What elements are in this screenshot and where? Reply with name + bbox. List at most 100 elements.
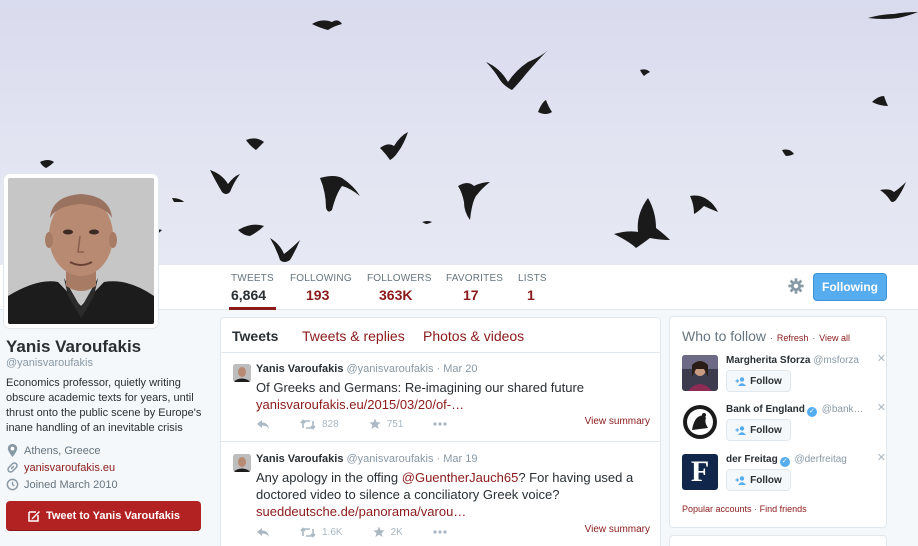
suggestion-item: F der Freitag ✓ @derfreitag ✕ Follow bbox=[682, 452, 886, 504]
tweet-body: Of Greeks and Germans: Re-imagining our … bbox=[256, 380, 585, 395]
tweet-avatar[interactable] bbox=[233, 454, 251, 472]
tweet-avatar-photo bbox=[233, 364, 251, 382]
suggestion-handle[interactable]: @derfreitag bbox=[794, 454, 846, 465]
follow-button[interactable]: Follow bbox=[726, 469, 791, 491]
tab-photos-videos[interactable]: Photos & videos bbox=[423, 328, 524, 344]
tweet-text: Of Greeks and Germans: Re-imagining our … bbox=[256, 379, 651, 413]
suggestion-handle[interactable]: @msforza bbox=[813, 355, 859, 366]
profile-joined: Joined March 2010 bbox=[6, 478, 118, 491]
reply-icon bbox=[257, 419, 269, 429]
tweet-author-name[interactable]: Yanis Varoufakis bbox=[256, 363, 343, 375]
profile-avatar[interactable] bbox=[4, 174, 158, 328]
bank-of-england-logo bbox=[682, 404, 718, 440]
tweet-header: Yanis Varoufakis @yanisvaroufakis · Mar … bbox=[256, 453, 478, 465]
trends-module bbox=[669, 535, 887, 546]
tweet-item[interactable]: Yanis Varoufakis @yanisvaroufakis · Mar … bbox=[221, 443, 660, 546]
profile-name[interactable]: Yanis Varoufakis bbox=[6, 337, 141, 357]
stat-following[interactable]: FOLLOWING 193 bbox=[288, 273, 354, 310]
retweet-action[interactable]: 828 bbox=[300, 419, 339, 430]
dismiss-icon[interactable]: ✕ bbox=[877, 401, 886, 414]
more-action[interactable] bbox=[433, 530, 447, 534]
tweet-item[interactable]: Yanis Varoufakis @yanisvaroufakis · Mar … bbox=[221, 353, 660, 442]
verified-badge-icon: ✓ bbox=[806, 407, 817, 417]
separator-dot: · bbox=[769, 333, 773, 343]
stat-followers[interactable]: FOLLOWERS 363K bbox=[365, 273, 434, 310]
reply-action[interactable] bbox=[256, 419, 270, 430]
retweet-icon bbox=[300, 526, 316, 538]
profile-location-text: Athens, Greece bbox=[24, 444, 101, 457]
retweet-count: 828 bbox=[322, 418, 339, 430]
stat-followers-label: FOLLOWERS bbox=[367, 273, 432, 284]
tweet-to-button[interactable]: Tweet to Yanis Varoufakis bbox=[6, 501, 201, 531]
tweet-actions: 828 751 bbox=[256, 418, 477, 430]
profile-url-text[interactable]: yanisvaroufakis.eu bbox=[24, 462, 115, 474]
stat-tweets[interactable]: TWEETS 6,864 bbox=[229, 273, 276, 310]
profile-url[interactable]: yanisvaroufakis.eu bbox=[6, 461, 115, 474]
suggestion-name-line: Bank of England ✓ @bank… bbox=[726, 404, 866, 417]
follow-button-label: Follow bbox=[750, 375, 782, 387]
der-freitag-logo: F bbox=[690, 455, 710, 488]
stat-followers-value: 363K bbox=[379, 287, 413, 303]
tweet-body-start: Any apology in the offing bbox=[256, 470, 402, 485]
link-icon bbox=[7, 462, 18, 473]
gear-icon[interactable] bbox=[787, 277, 805, 295]
profile-handle[interactable]: @yanisvaroufakis bbox=[6, 357, 93, 369]
retweet-icon bbox=[300, 418, 316, 430]
tab-tweets[interactable]: Tweets bbox=[232, 328, 278, 344]
follow-button-label: Follow bbox=[750, 424, 782, 436]
tweet-author-name[interactable]: Yanis Varoufakis bbox=[256, 453, 343, 465]
tweet-avatar[interactable] bbox=[233, 364, 251, 382]
tweet-author-handle[interactable]: @yanisvaroufakis bbox=[347, 453, 434, 465]
tab-tweets-replies[interactable]: Tweets & replies bbox=[302, 328, 405, 344]
tweet-text: Any apology in the offing @GuentherJauch… bbox=[256, 469, 651, 520]
follow-button[interactable]: Follow bbox=[726, 419, 791, 441]
view-summary-link[interactable]: View summary bbox=[585, 416, 650, 427]
clock-icon bbox=[6, 478, 19, 491]
tweet-link[interactable]: yanisvaroufakis.eu/2015/03/20/of-… bbox=[256, 397, 464, 412]
tweet-date[interactable]: · Mar 19 bbox=[437, 453, 478, 465]
stat-favorites-label: FAVORITES bbox=[446, 273, 504, 284]
add-user-icon bbox=[735, 425, 747, 435]
who-to-follow-title: Who to follow bbox=[682, 328, 767, 344]
stat-favorites[interactable]: FAVORITES 17 bbox=[444, 273, 505, 310]
suggestion-avatar[interactable]: F bbox=[682, 454, 718, 490]
suggestion-name[interactable]: Margherita Sforza bbox=[726, 355, 810, 366]
following-button[interactable]: Following bbox=[813, 273, 887, 301]
reply-action[interactable] bbox=[256, 527, 270, 538]
suggestion-name[interactable]: der Freitag bbox=[726, 454, 778, 465]
refresh-link[interactable]: Refresh bbox=[777, 333, 809, 343]
tweet-link[interactable]: sueddeutsche.de/panorama/varou… bbox=[256, 504, 466, 519]
who-to-follow-footer: Popular accounts · Find friends bbox=[682, 504, 807, 514]
tweet-author-handle[interactable]: @yanisvaroufakis bbox=[347, 363, 434, 375]
profile-joined-text: Joined March 2010 bbox=[24, 478, 118, 491]
more-dots-icon bbox=[433, 422, 447, 426]
stat-lists[interactable]: LISTS 1 bbox=[516, 273, 549, 310]
view-all-link[interactable]: View all bbox=[819, 333, 850, 343]
follow-button[interactable]: Follow bbox=[726, 370, 791, 392]
dismiss-icon[interactable]: ✕ bbox=[877, 352, 886, 365]
retweet-count: 1.6K bbox=[322, 526, 343, 538]
separator-dot: · bbox=[754, 504, 758, 514]
favorite-action[interactable]: 751 bbox=[369, 418, 404, 430]
suggestion-avatar[interactable] bbox=[682, 404, 718, 440]
profile-location: Athens, Greece bbox=[6, 444, 100, 457]
tweet-mention[interactable]: @GuentherJauch65 bbox=[402, 470, 519, 485]
view-summary-link[interactable]: View summary bbox=[585, 524, 650, 535]
favorite-count: 751 bbox=[386, 418, 404, 430]
compose-icon bbox=[28, 511, 40, 522]
suggestion-avatar[interactable] bbox=[682, 355, 718, 391]
tweet-date[interactable]: · Mar 20 bbox=[437, 363, 478, 375]
popular-accounts-link[interactable]: Popular accounts bbox=[682, 504, 752, 514]
find-friends-link[interactable]: Find friends bbox=[760, 504, 807, 514]
more-action[interactable] bbox=[433, 422, 447, 426]
add-user-icon bbox=[735, 376, 747, 386]
retweet-action[interactable]: 1.6K bbox=[300, 527, 343, 538]
verified-badge-icon: ✓ bbox=[779, 457, 790, 467]
who-to-follow-header: Who to follow · Refresh · View all bbox=[682, 328, 850, 344]
timeline: Tweets Tweets & replies Photos & videos … bbox=[220, 317, 661, 546]
suggestion-name[interactable]: Bank of England bbox=[726, 404, 805, 415]
suggestion-handle[interactable]: @bank… bbox=[822, 404, 864, 415]
favorite-action[interactable]: 2K bbox=[372, 526, 403, 538]
dismiss-icon[interactable]: ✕ bbox=[877, 451, 886, 464]
profile-bio: Economics professor, quietly writing obs… bbox=[6, 377, 202, 434]
